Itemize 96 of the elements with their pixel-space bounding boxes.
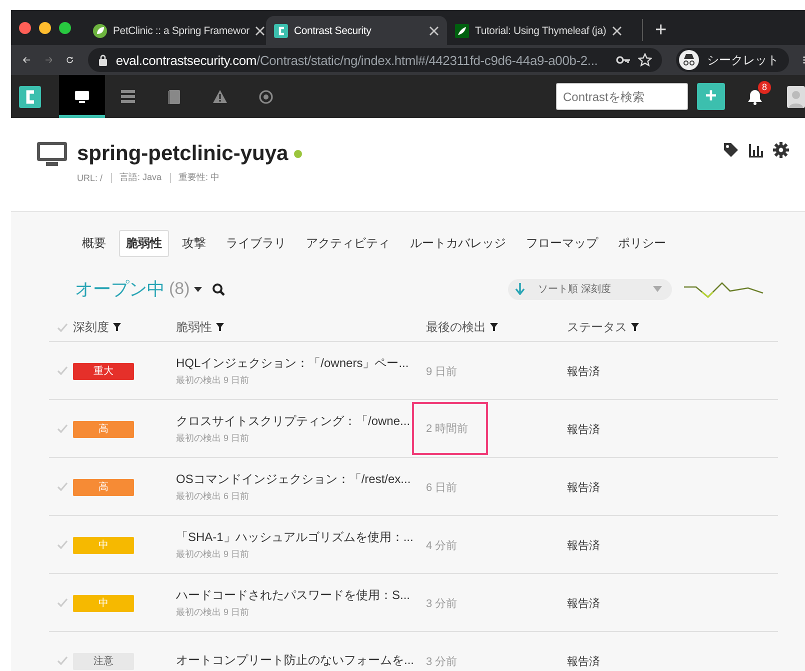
settings-icon[interactable] [773, 142, 789, 158]
filter-icon[interactable] [490, 323, 498, 331]
target-icon [258, 88, 274, 104]
vulnerability-link[interactable]: ハードコードされたパスワードを使用：S... [176, 586, 410, 604]
table-cell: 報告済 [567, 540, 600, 552]
window-control-icon[interactable] [19, 22, 31, 34]
incognito-icon [678, 50, 699, 70]
logo-icon [274, 24, 288, 38]
warning-icon [212, 88, 228, 104]
browser-tab[interactable]: Contrast Security [266, 16, 447, 45]
table-cell: 報告済 [567, 424, 600, 436]
column-header[interactable]: 最後の検出 [426, 318, 486, 336]
close-icon[interactable] [429, 26, 439, 36]
lock-icon [98, 54, 108, 66]
page-tab[interactable]: アクティビティ [299, 230, 397, 257]
severity-badge: 高 [73, 479, 134, 496]
page-tab[interactable]: フローマップ [519, 230, 605, 257]
page-tab[interactable]: ポリシー [611, 230, 673, 257]
leaf-icon [455, 24, 469, 38]
browser-tab[interactable]: Tutorial: Using Thymeleaf (ja) [447, 16, 628, 45]
close-icon[interactable] [612, 26, 622, 36]
first-seen-text: 最初の検出 9 日前 [176, 606, 250, 618]
checkmark-icon[interactable] [57, 424, 68, 433]
first-seen-text: 最初の検出 9 日前 [176, 548, 250, 560]
leaf-icon [93, 24, 107, 38]
vulnerability-link[interactable]: クロスサイトスクリプティング：「/owne... [176, 412, 410, 430]
vulnerability-link[interactable]: 「SHA-1」ハッシュアルゴリズムを使用：... [176, 528, 414, 546]
table-cell: 報告済 [567, 598, 600, 610]
search-icon[interactable] [212, 282, 225, 296]
column-header[interactable]: ステータス [567, 318, 627, 336]
severity-badge: 注意 [73, 653, 134, 670]
severity-badge: 中 [73, 537, 134, 554]
highlighted-text: 2 時間前 [412, 402, 488, 455]
logo-icon[interactable] [19, 86, 41, 108]
checkmark-icon[interactable] [57, 366, 68, 375]
app-title: spring-petclinic-yuya [77, 142, 288, 166]
page-tab[interactable]: ライブラリ [219, 230, 293, 257]
severity-badge: 中 [73, 595, 134, 612]
server-icon [120, 88, 136, 104]
vulnerability-link[interactable]: オートコンプリート防止のないフォームを... [176, 652, 414, 669]
meta-text: 重要性: 中 [178, 171, 220, 184]
filter-icon[interactable] [113, 323, 121, 331]
table-cell: 報告済 [567, 656, 600, 668]
checkmark-icon[interactable] [57, 540, 68, 549]
url-text: eval.contrastsecurity.com/Contrast/static/ng/index.html#/442311fd-c9d6-44a9-a00b-2... [116, 52, 599, 68]
search-field[interactable]: Contrastを検索 [556, 83, 688, 110]
bar-chart-icon[interactable] [748, 142, 764, 158]
table-cell-text: 4 分前 [426, 538, 458, 552]
first-seen-text: 最初の検出 9 日前 [176, 374, 250, 386]
book-icon [166, 88, 182, 104]
page-tab[interactable]: 概要 [75, 230, 113, 257]
meta-text: 言語: Java [120, 171, 162, 184]
new-tab-button[interactable]: + [642, 19, 667, 41]
caret-icon[interactable] [194, 286, 202, 292]
first-seen-text: 最初の検出 9 日前 [176, 432, 250, 444]
browser-tab[interactable]: PetClinic :: a Spring Framewor [85, 16, 266, 45]
star-icon[interactable] [638, 53, 652, 67]
severity-badge: 高 [73, 421, 134, 438]
checkmark-icon[interactable] [57, 322, 68, 332]
checkmark-icon[interactable] [57, 482, 68, 491]
monitor-icon [37, 142, 67, 168]
filter-icon[interactable] [216, 323, 224, 331]
address-field[interactable]: eval.contrastsecurity.com/Contrast/static/ng/index.html#/442311fd-c9d6-44a9-a00b-2... [88, 48, 662, 72]
notification-badge: 8 [758, 80, 771, 94]
vulnerability-link[interactable]: HQLインジェクション：「/owners」ペー... [176, 354, 409, 372]
key-icon[interactable] [616, 55, 630, 65]
nav-tab[interactable] [59, 75, 105, 118]
monitor-icon [74, 88, 90, 104]
vulnerability-link[interactable]: OSコマンドインジェクション：「/rest/ex... [176, 470, 411, 488]
table-cell-text: 3 分前 [426, 596, 458, 610]
table-cell: 報告済 [567, 482, 600, 494]
tag-icon[interactable] [723, 142, 739, 158]
arrow-down-icon [515, 283, 525, 295]
table-cell-text: 6 日前 [426, 480, 458, 494]
table-cell-text: 3 分前 [426, 654, 458, 668]
table-cell-text: 9 日前 [426, 364, 458, 378]
column-header[interactable]: 脆弱性 [176, 318, 212, 336]
first-seen-text: 最初の検出 6 日前 [176, 490, 250, 502]
incognito-button[interactable]: シークレット [676, 48, 789, 72]
window-control-icon[interactable] [39, 22, 51, 34]
meta-text: URL: / [77, 172, 103, 182]
page-tab[interactable]: 脆弱性 [119, 230, 169, 257]
page-tab[interactable]: ルートカバレッジ [403, 230, 513, 257]
avatar-icon[interactable] [787, 86, 805, 108]
window-control-icon[interactable] [59, 22, 71, 34]
table-cell: 報告済 [567, 366, 600, 378]
bell-icon[interactable] [747, 88, 763, 104]
checkmark-icon[interactable] [57, 598, 68, 607]
checkmark-icon[interactable] [57, 656, 68, 665]
severity-badge: 重大 [73, 363, 134, 380]
caret-icon [653, 286, 662, 292]
count-text: (8) [169, 279, 190, 299]
column-header[interactable]: 深刻度 [73, 318, 109, 336]
page-tab[interactable]: 攻撃 [175, 230, 213, 257]
filter-icon[interactable] [631, 323, 639, 331]
close-icon[interactable] [255, 26, 266, 36]
